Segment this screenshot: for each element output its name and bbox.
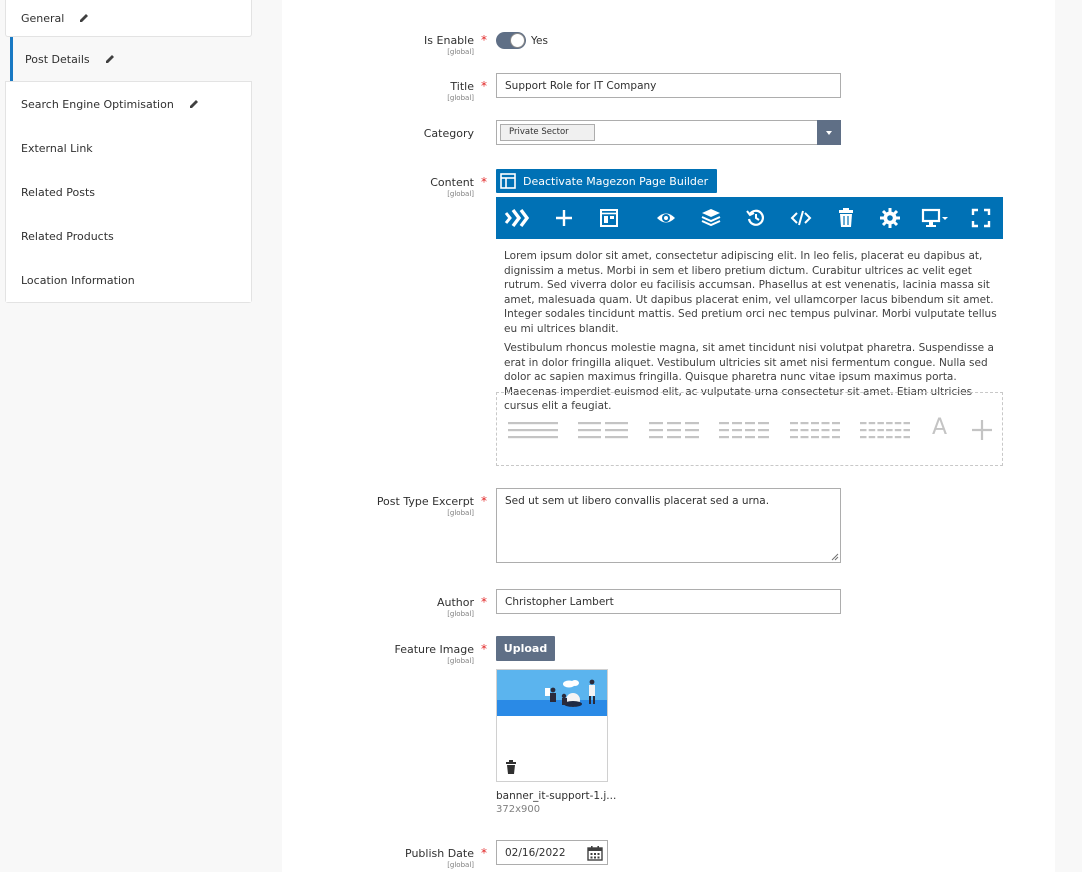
- required-marker: *: [481, 846, 487, 860]
- magezon-logo-icon[interactable]: [504, 207, 532, 229]
- device-icon[interactable]: [921, 207, 951, 229]
- required-marker: *: [481, 494, 487, 508]
- toggle-value: Yes: [531, 34, 548, 47]
- text-element-icon[interactable]: A: [932, 415, 947, 440]
- fullscreen-icon[interactable]: [970, 207, 992, 229]
- pencil-icon: [189, 100, 198, 108]
- content-paragraph: Lorem ipsum dolor sit amet, consectetur …: [504, 250, 997, 335]
- column-layout-picker: A: [496, 392, 1003, 466]
- page-builder-toolbar: [496, 197, 1003, 239]
- sidebar-item-label: Related Posts: [21, 185, 96, 199]
- sidebar-item-seo[interactable]: Search Engine Optimisation: [6, 82, 251, 126]
- required-marker: *: [481, 79, 487, 93]
- layers-icon[interactable]: [700, 207, 722, 229]
- feature-image-preview[interactable]: [496, 669, 608, 782]
- pencil-icon: [105, 55, 114, 63]
- sidebar-item-general[interactable]: General: [5, 0, 252, 37]
- sidebar-item-related-products[interactable]: Related Products: [6, 214, 251, 258]
- excerpt-value: Sed ut sem ut libero convallis placerat …: [505, 495, 770, 507]
- layout-icon: [500, 173, 516, 189]
- toggle-switch[interactable]: [496, 32, 526, 49]
- field-label: Author [global]: [436, 596, 474, 618]
- author-input[interactable]: Christopher Lambert: [496, 589, 841, 614]
- button-label: Deactivate Magezon Page Builder: [523, 174, 709, 188]
- add-element-icon[interactable]: [971, 419, 993, 441]
- category-select[interactable]: Private Sector: [496, 120, 841, 145]
- publish-date-input[interactable]: 02/16/2022: [496, 840, 608, 865]
- category-chip[interactable]: Private Sector: [500, 124, 595, 141]
- required-marker: *: [481, 175, 487, 189]
- layout-1-column-icon[interactable]: [508, 420, 558, 440]
- sidebar-item-external-link[interactable]: External Link: [6, 126, 251, 170]
- required-marker: *: [481, 642, 487, 656]
- title-input[interactable]: Support Role for IT Company: [496, 73, 841, 98]
- history-icon[interactable]: [745, 207, 767, 229]
- file-name: banner_it-support-1.j...: [496, 790, 617, 802]
- layout-5-columns-icon[interactable]: [790, 420, 840, 440]
- sidebar-item-label: External Link: [21, 141, 93, 155]
- post-details-form: Is Enable [global] * Yes Title [global] …: [282, 0, 1055, 872]
- delete-image-icon[interactable]: [505, 760, 517, 774]
- is-enable-toggle[interactable]: Yes: [496, 32, 548, 49]
- excerpt-textarea[interactable]: Sed ut sem ut libero convallis placerat …: [496, 488, 841, 563]
- required-marker: *: [481, 595, 487, 609]
- chevron-down-icon[interactable]: [817, 120, 841, 145]
- sidebar: General Post Details Search Engine Optim…: [5, 0, 252, 303]
- field-label: Feature Image [global]: [394, 643, 474, 665]
- field-label: Post Type Excerpt [global]: [376, 495, 474, 517]
- layout-2-columns-icon[interactable]: [578, 420, 628, 440]
- field-label: Title [global]: [447, 80, 474, 102]
- field-category: Category Private Sector: [282, 120, 1055, 145]
- upload-button[interactable]: Upload: [496, 636, 555, 661]
- date-value: 02/16/2022: [505, 846, 566, 859]
- sidebar-item-location-information[interactable]: Location Information: [6, 258, 251, 302]
- sidebar-item-label: Search Engine Optimisation: [21, 97, 174, 111]
- layout-4-columns-icon[interactable]: [719, 420, 769, 440]
- field-publish-date: Publish Date [global] * 02/16/2022: [282, 840, 1055, 869]
- pencil-icon: [80, 14, 89, 22]
- template-icon[interactable]: [598, 207, 620, 229]
- required-marker: *: [481, 33, 487, 47]
- code-icon[interactable]: [790, 207, 812, 229]
- people-illustration: [545, 679, 595, 707]
- field-label: Content [global]: [430, 176, 474, 198]
- sidebar-item-label: Location Information: [21, 273, 135, 287]
- sidebar-item-label: General: [21, 11, 65, 25]
- calendar-icon[interactable]: [587, 845, 603, 861]
- field-excerpt: Post Type Excerpt [global] * Sed ut sem …: [282, 488, 1055, 563]
- sidebar-item-label: Post Details: [25, 52, 90, 66]
- sidebar-item-related-posts[interactable]: Related Posts: [6, 170, 251, 214]
- layout-6-columns-icon[interactable]: [860, 420, 910, 440]
- settings-icon[interactable]: [879, 207, 901, 229]
- feature-image-thumbnail: [497, 670, 607, 716]
- sidebar-item-label: Related Products: [21, 229, 114, 243]
- add-icon[interactable]: [553, 207, 575, 229]
- delete-icon[interactable]: [835, 207, 857, 229]
- preview-icon[interactable]: [655, 207, 677, 229]
- image-dimensions: 372x900: [496, 804, 541, 815]
- resize-handle-icon[interactable]: [831, 553, 839, 561]
- field-label: Category: [423, 127, 474, 140]
- field-label: Is Enable [global]: [424, 34, 474, 56]
- sidebar-item-post-details[interactable]: Post Details: [10, 37, 252, 81]
- deactivate-page-builder-button[interactable]: Deactivate Magezon Page Builder: [496, 169, 718, 193]
- field-label: Publish Date [global]: [405, 847, 474, 869]
- layout-3-columns-icon[interactable]: [649, 420, 699, 440]
